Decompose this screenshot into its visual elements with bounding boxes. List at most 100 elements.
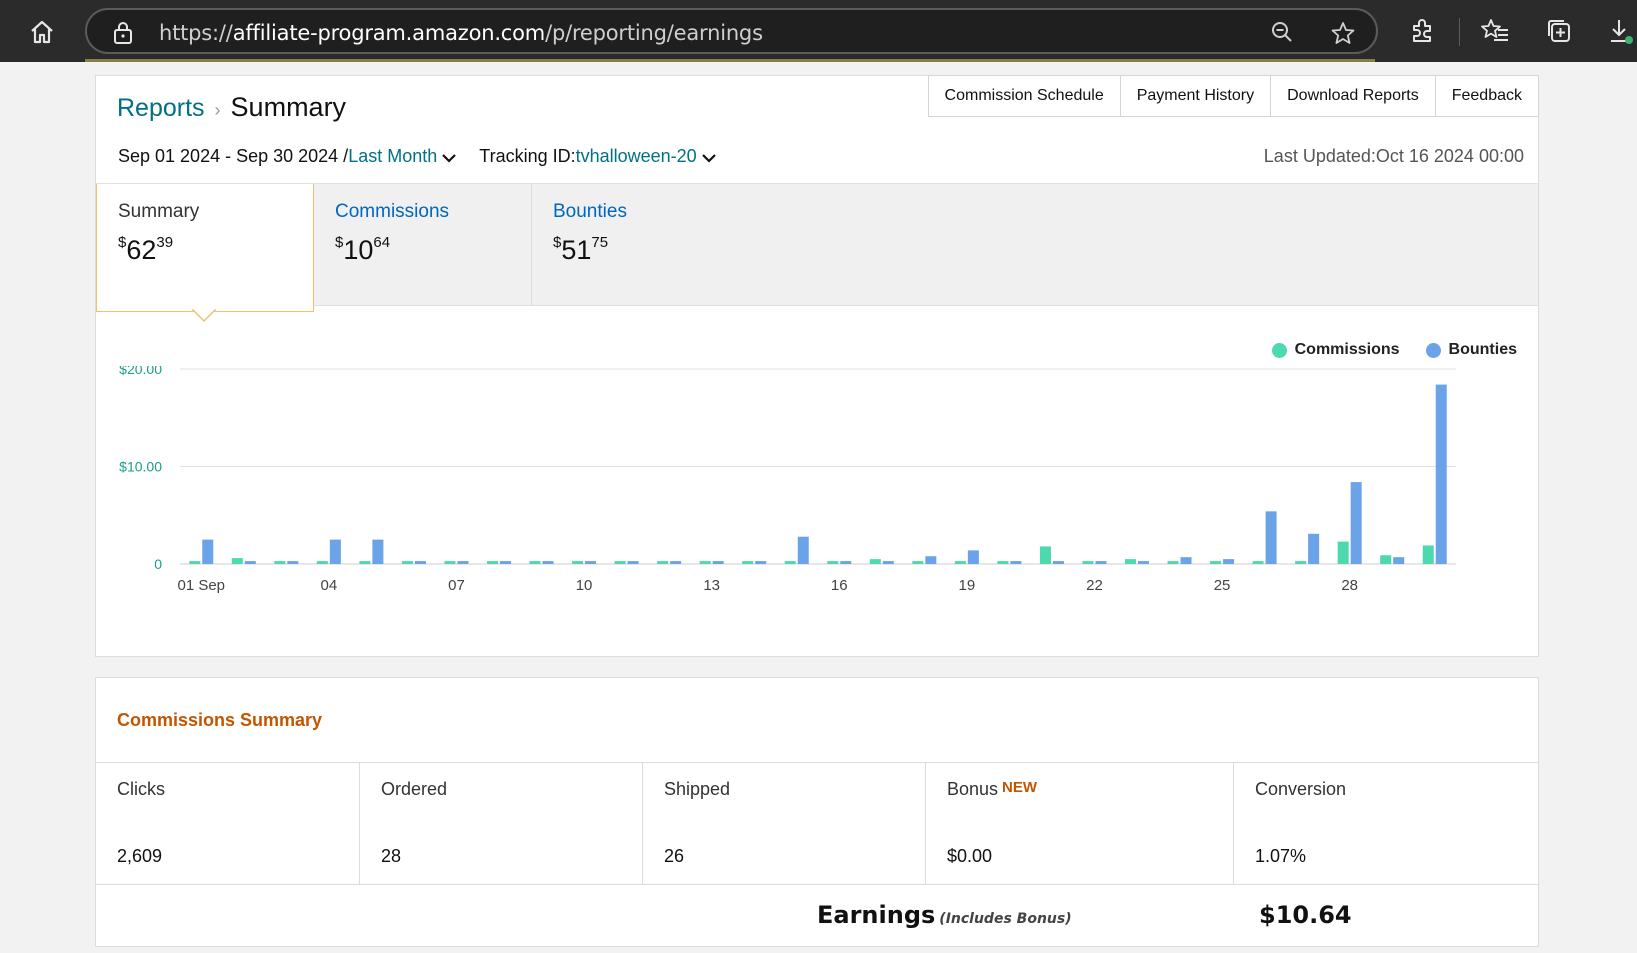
bar-bounties-02 [244, 561, 256, 564]
new-badge: NEW [1002, 779, 1038, 796]
feedback-button[interactable]: Feedback [1434, 75, 1539, 117]
bounties-amount: $5175 [553, 234, 609, 265]
period-dropdown[interactable]: Last Month [348, 146, 457, 167]
report-filters: Sep 01 2024 - Sep 30 2024 / Last Month T… [118, 146, 717, 167]
bar-bounties-04 [329, 539, 341, 564]
payment-history-button[interactable]: Payment History [1119, 75, 1272, 117]
bar-commissions-13 [699, 561, 711, 564]
address-bar[interactable]: https://affiliate-program.amazon.com/p/r… [85, 8, 1378, 54]
metric-value: 26 [664, 846, 685, 866]
x-tick-label: 10 [576, 577, 593, 594]
bar-bounties-26 [1265, 511, 1277, 564]
tab-summary-label: Summary [118, 201, 200, 222]
metric-value: 1.07% [1255, 846, 1307, 866]
report-nav: Commission Schedule Payment History Down… [927, 75, 1539, 117]
tab-commissions[interactable]: Commissions $1064 [314, 184, 532, 305]
favorite-star-icon[interactable] [1330, 20, 1356, 51]
bar-commissions-06 [401, 561, 413, 564]
bar-commissions-19 [954, 561, 966, 564]
favorites-icon[interactable] [1480, 17, 1510, 50]
bar-commissions-17 [869, 559, 881, 564]
metric-bonus: Bonus NEW $0.00 [926, 763, 1234, 884]
metric-value: 28 [381, 846, 402, 866]
bar-bounties-24 [1180, 557, 1192, 564]
home-icon[interactable] [28, 18, 56, 46]
x-tick-label: 28 [1341, 577, 1358, 594]
collections-icon[interactable] [1545, 17, 1573, 50]
commissions-summary-title: Commissions Summary [117, 710, 323, 730]
last-updated-text: Last Updated:Oct 16 2024 00:00 [1263, 146, 1524, 166]
metric-label: Ordered [381, 779, 448, 799]
bar-commissions-01-sep [189, 561, 201, 564]
bar-commissions-29 [1380, 555, 1392, 564]
bar-commissions-09 [529, 561, 541, 564]
bar-bounties-21 [1052, 561, 1064, 564]
x-tick-label: 25 [1214, 577, 1231, 594]
earnings-report-card: Reports › Summary Commission Schedule Pa… [95, 75, 1539, 657]
bar-commissions-08 [487, 561, 498, 564]
bar-bounties-18 [925, 556, 937, 564]
bar-commissions-25 [1210, 561, 1222, 564]
tab-bounties[interactable]: Bounties $5175 [532, 184, 750, 305]
downloads-icon[interactable] [1607, 17, 1635, 50]
bar-bounties-13 [712, 561, 724, 564]
metric-shipped: Shipped 26 [643, 763, 926, 884]
chart-legend: Commissions Bounties [1246, 341, 1517, 359]
metric-conversion: Conversion 1.07% [1234, 763, 1538, 884]
y-tick-label: $20.00 [119, 366, 162, 377]
earnings-bar-chart: 0 $10.00 $20.00 01 Sep 04 07 10 13 16 19 22 25 28 [119, 366, 1456, 594]
bar-commissions-27 [1295, 561, 1307, 564]
tracking-id-value[interactable]: tvhalloween-20 [576, 146, 697, 167]
legend-commissions[interactable]: Commissions [1271, 341, 1400, 359]
bar-bounties-19 [967, 550, 979, 564]
browser-toolbar: https://affiliate-program.amazon.com/p/r… [0, 0, 1637, 62]
legend-bounties[interactable]: Bounties [1425, 341, 1517, 359]
download-reports-button[interactable]: Download Reports [1270, 75, 1436, 117]
x-tick-label: 13 [703, 577, 720, 594]
page-load-indicator [85, 59, 1375, 62]
commissions-amount: $1064 [335, 234, 391, 265]
bar-commissions-04 [316, 561, 328, 564]
x-tick-label: 04 [321, 577, 338, 594]
tab-commissions-label[interactable]: Commissions [335, 201, 510, 223]
x-tick-label: 07 [448, 577, 465, 594]
chevron-down-icon[interactable] [701, 152, 717, 164]
bar-bounties-11 [627, 561, 639, 564]
bar-commissions-20 [997, 561, 1009, 564]
bar-bounties-22 [1095, 561, 1107, 564]
bar-commissions-12 [657, 561, 669, 564]
tracking-id-dropdown[interactable]: Tracking ID: tvhalloween-20 [479, 146, 716, 167]
x-tick-label: 22 [1086, 577, 1103, 594]
bar-bounties-01-sep [202, 539, 214, 564]
x-tick-label: 19 [959, 577, 976, 594]
earnings-label: Earnings (Includes Bonus) [817, 901, 1072, 929]
zoom-out-icon[interactable] [1270, 20, 1294, 49]
period-value[interactable]: Last Month [348, 146, 437, 167]
bar-commissions-11 [614, 561, 626, 564]
breadcrumb-reports-link[interactable]: Reports [117, 94, 205, 123]
bar-commissions-21 [1039, 546, 1051, 564]
bar-bounties-28 [1350, 482, 1362, 564]
bar-commissions-22 [1082, 561, 1094, 564]
bar-commissions-07 [444, 561, 456, 564]
bar-commissions-14 [742, 561, 754, 564]
bar-bounties-09 [542, 561, 554, 564]
bar-bounties-20 [1010, 561, 1022, 564]
bar-bounties-15 [797, 536, 809, 564]
url-text[interactable]: https://affiliate-program.amazon.com/p/r… [159, 21, 763, 45]
lock-icon[interactable] [113, 21, 133, 50]
active-tab-pointer [192, 309, 216, 323]
tab-summary[interactable]: Summary $6239 [96, 184, 314, 312]
commission-schedule-button[interactable]: Commission Schedule [927, 75, 1121, 117]
bar-commissions-23 [1125, 559, 1136, 564]
chevron-down-icon[interactable] [441, 152, 457, 164]
extensions-icon[interactable] [1408, 17, 1436, 50]
bar-commissions-28 [1337, 541, 1349, 564]
toolbar-divider [1459, 18, 1460, 46]
metric-value: $0.00 [947, 846, 993, 866]
bar-commissions-10 [572, 561, 584, 564]
tab-bounties-label[interactable]: Bounties [553, 201, 729, 223]
bar-commissions-05 [359, 561, 371, 564]
bar-bounties-12 [670, 561, 682, 564]
metric-clicks: Clicks 2,609 [96, 763, 360, 884]
